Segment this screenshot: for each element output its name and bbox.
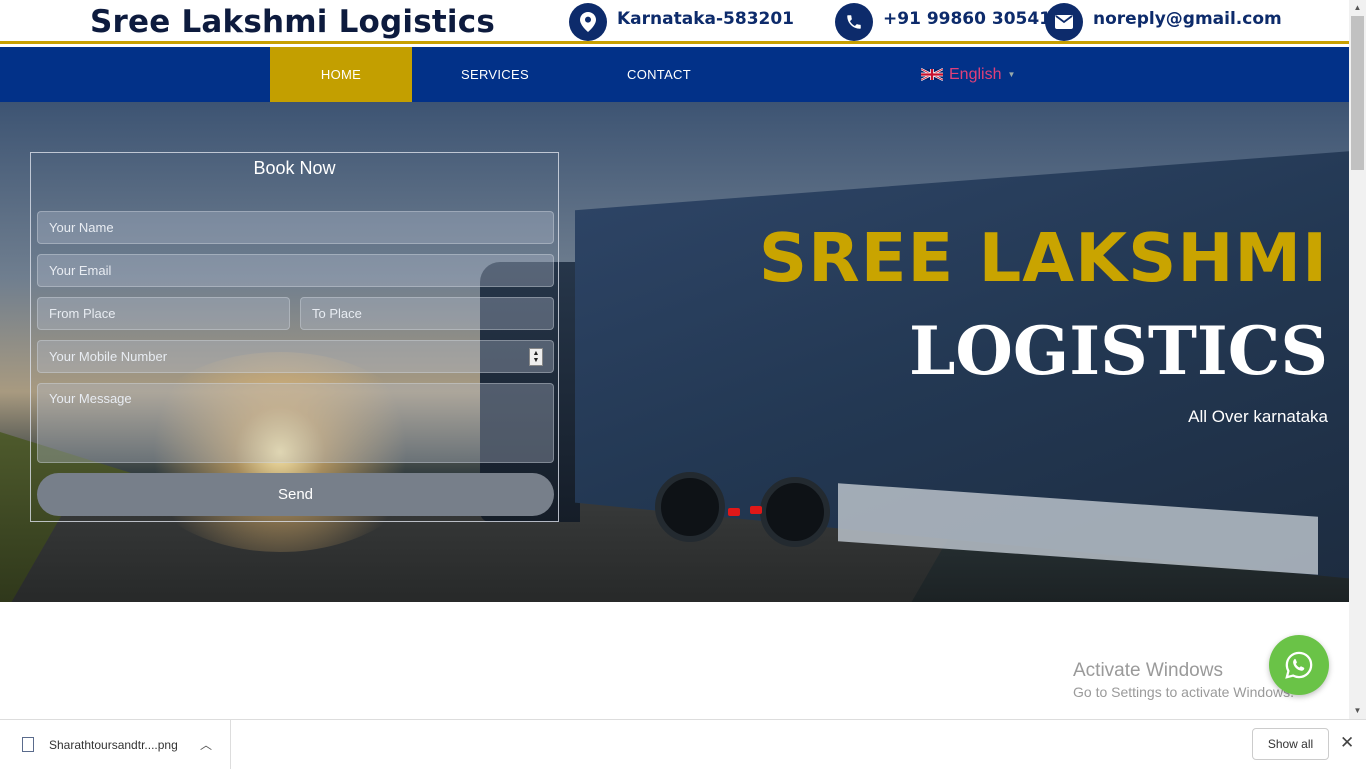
download-bar: Sharathtoursandtr....png ︿ Show all ✕ xyxy=(0,719,1366,769)
location-icon xyxy=(569,3,607,41)
page-scrollbar[interactable]: ▲ ▼ xyxy=(1349,0,1366,719)
show-all-button[interactable]: Show all xyxy=(1252,728,1329,760)
truck-wheel xyxy=(655,472,725,542)
scroll-thumb[interactable] xyxy=(1351,16,1364,170)
email-contact: noreply@gmail.com xyxy=(1045,2,1282,42)
watermark-subtitle: Go to Settings to activate Windows. xyxy=(1073,684,1294,700)
scroll-up-icon[interactable]: ▲ xyxy=(1349,0,1366,16)
close-icon[interactable]: ✕ xyxy=(1340,733,1354,753)
whatsapp-icon xyxy=(1285,651,1313,679)
tail-light xyxy=(728,508,740,516)
file-icon xyxy=(22,737,34,752)
nav-services[interactable]: SERVICES xyxy=(430,47,560,102)
truck-wheel xyxy=(760,477,830,547)
mail-icon xyxy=(1045,3,1083,41)
name-input[interactable]: Your Name xyxy=(37,211,554,244)
tail-light xyxy=(750,506,762,514)
hero-heading-line2: LOGISTICS xyxy=(909,312,1328,390)
number-spinner-icon[interactable]: ▲ ▼ xyxy=(529,348,543,366)
send-button[interactable]: Send xyxy=(37,473,554,516)
nav-contact[interactable]: CONTACT xyxy=(595,47,723,102)
language-selector[interactable]: English ▼ xyxy=(921,47,1015,102)
mobile-input[interactable]: Your Mobile Number ▲ ▼ xyxy=(37,340,554,373)
whatsapp-button[interactable] xyxy=(1269,635,1329,695)
download-file-name: Sharathtoursandtr....png xyxy=(49,737,178,752)
email-input[interactable]: Your Email xyxy=(37,254,554,287)
from-place-input[interactable]: From Place xyxy=(37,297,290,330)
message-textarea[interactable]: Your Message xyxy=(37,383,554,463)
location-text: Karnataka-583201 xyxy=(617,9,795,29)
main-nav: HOME SERVICES CONTACT English ▼ xyxy=(0,47,1349,102)
booking-form: Book Now Your Name Your Email From Place… xyxy=(30,152,559,522)
top-contact-bar: Sree Lakshmi Logistics Karnataka-583201 … xyxy=(0,0,1349,44)
activate-windows-watermark: Activate Windows Go to Settings to activ… xyxy=(1073,660,1294,700)
scroll-down-icon[interactable]: ▼ xyxy=(1349,703,1366,719)
download-item[interactable]: Sharathtoursandtr....png ︿ xyxy=(0,720,231,769)
site-brand[interactable]: Sree Lakshmi Logistics xyxy=(90,4,495,40)
phone-text[interactable]: +91 99860 30541 xyxy=(883,9,1051,29)
hero-tagline: All Over karnataka xyxy=(1188,407,1328,426)
uk-flag-icon xyxy=(921,68,943,81)
browser-viewport: Sree Lakshmi Logistics Karnataka-583201 … xyxy=(0,0,1349,719)
watermark-title: Activate Windows xyxy=(1073,660,1223,681)
phone-icon xyxy=(835,3,873,41)
nav-home[interactable]: HOME xyxy=(270,47,412,102)
to-place-input[interactable]: To Place xyxy=(300,297,554,330)
booking-title: Book Now xyxy=(253,158,336,178)
location-contact: Karnataka-583201 xyxy=(569,2,794,42)
phone-contact: +91 99860 30541 xyxy=(835,2,1051,42)
caret-down-icon: ▼ xyxy=(1007,70,1016,79)
chevron-up-icon[interactable]: ︿ xyxy=(200,736,212,753)
hero-heading-line1: SREE LAKSHMI xyxy=(758,219,1328,297)
mobile-placeholder: Your Mobile Number xyxy=(49,349,168,364)
language-label: English xyxy=(949,65,1002,83)
email-text[interactable]: noreply@gmail.com xyxy=(1093,9,1282,29)
